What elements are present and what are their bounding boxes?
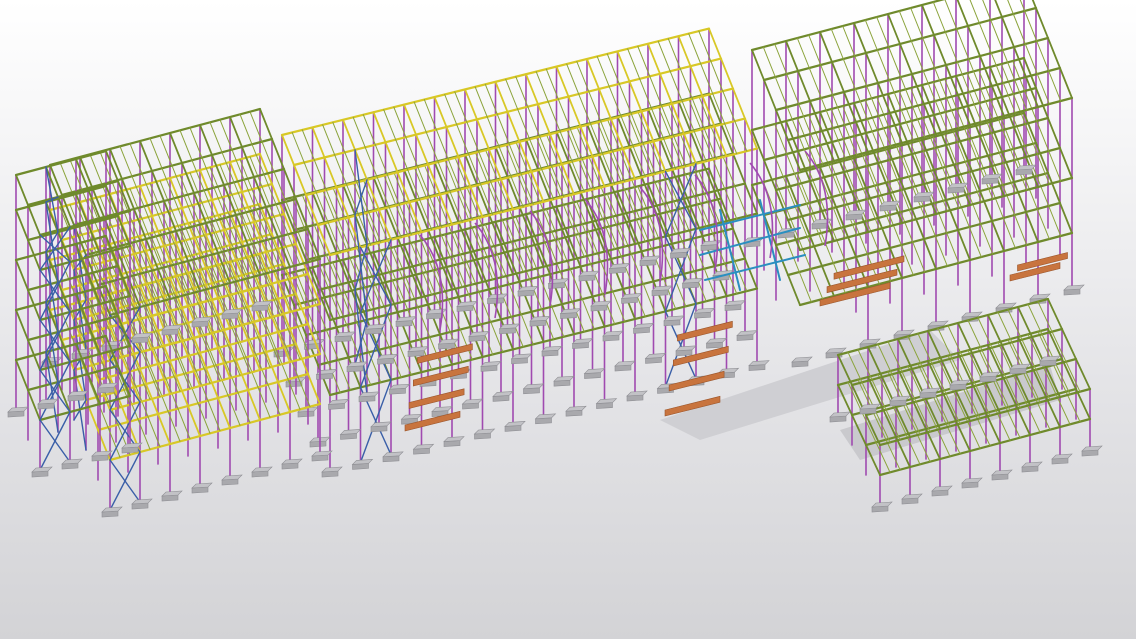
footing-top[interactable] xyxy=(553,375,575,382)
footing-top[interactable] xyxy=(161,490,183,497)
footing-top[interactable] xyxy=(748,360,770,366)
footing-top[interactable] xyxy=(913,191,935,198)
footing-top[interactable] xyxy=(595,398,618,404)
footing-top[interactable] xyxy=(37,398,59,405)
footing-top[interactable] xyxy=(101,506,123,513)
footing-top[interactable] xyxy=(480,361,502,367)
beam-longitudinal[interactable] xyxy=(108,402,322,462)
footing-top[interactable] xyxy=(859,338,881,345)
footing-top[interactable] xyxy=(281,458,303,465)
footing-top[interactable] xyxy=(811,218,833,225)
footing-top[interactable] xyxy=(947,182,969,189)
footing-top[interactable] xyxy=(221,474,243,481)
footing-top[interactable] xyxy=(927,320,949,327)
footing-top[interactable] xyxy=(1015,164,1037,171)
footing-top[interactable] xyxy=(961,311,983,318)
structural-model-3d-view[interactable] xyxy=(0,0,1136,639)
footing-top[interactable] xyxy=(845,209,867,216)
beam-longitudinal[interactable] xyxy=(26,179,120,207)
model-viewport[interactable] xyxy=(0,0,1136,639)
footing-top[interactable] xyxy=(571,338,594,344)
footing-top[interactable] xyxy=(829,411,851,418)
footing-top[interactable] xyxy=(893,329,915,336)
footing-top[interactable] xyxy=(351,459,374,465)
joist[interactable] xyxy=(796,37,846,159)
footing-top[interactable] xyxy=(443,436,465,442)
footing-top[interactable] xyxy=(724,300,746,306)
footing-top[interactable] xyxy=(358,391,380,398)
footing-top[interactable] xyxy=(431,406,453,412)
beam-longitudinal[interactable] xyxy=(14,149,108,177)
left-yellow-block xyxy=(48,107,322,511)
footing-top[interactable] xyxy=(311,450,333,457)
footing-top[interactable] xyxy=(327,399,350,405)
footing-top[interactable] xyxy=(1051,453,1073,460)
footing-top[interactable] xyxy=(412,443,435,450)
footing-top[interactable] xyxy=(382,451,404,458)
footing-top[interactable] xyxy=(191,482,213,489)
footing-top[interactable] xyxy=(825,347,847,354)
footing-top[interactable] xyxy=(541,345,563,352)
footing-top[interactable] xyxy=(791,356,813,363)
footing-top[interactable] xyxy=(644,353,667,359)
brace[interactable] xyxy=(109,459,141,503)
footing-top[interactable] xyxy=(663,315,685,322)
footing-top[interactable] xyxy=(473,428,496,435)
footing-top[interactable] xyxy=(1021,461,1043,468)
brace[interactable] xyxy=(354,179,368,216)
brace[interactable] xyxy=(39,419,71,463)
footing-top[interactable] xyxy=(492,391,514,397)
footing-top[interactable] xyxy=(626,390,648,397)
footing-top[interactable] xyxy=(565,405,587,412)
footing-top[interactable] xyxy=(339,429,362,435)
footing-top[interactable] xyxy=(991,469,1013,476)
footing-top[interactable] xyxy=(534,413,557,420)
footing-top[interactable] xyxy=(675,345,697,352)
footing-top[interactable] xyxy=(632,323,655,329)
footing-top[interactable] xyxy=(871,501,893,508)
footing-top[interactable] xyxy=(1063,284,1085,291)
footing-top[interactable] xyxy=(981,173,1003,180)
footing-top[interactable] xyxy=(388,383,411,390)
footing-top[interactable] xyxy=(614,360,636,367)
joist[interactable] xyxy=(762,46,812,168)
footing-top[interactable] xyxy=(510,353,533,360)
footing-top[interactable] xyxy=(522,383,545,390)
footing-top[interactable] xyxy=(370,421,392,428)
footing-top[interactable] xyxy=(901,493,923,500)
footing-top[interactable] xyxy=(504,421,526,427)
stair-flight[interactable] xyxy=(408,388,465,409)
beam-secondary[interactable] xyxy=(704,254,806,281)
footing-top[interactable] xyxy=(879,200,901,207)
footing-top[interactable] xyxy=(7,406,29,413)
footing-top[interactable] xyxy=(61,458,83,465)
footing-top[interactable] xyxy=(583,368,606,374)
footing-top[interactable] xyxy=(131,498,153,505)
footing-top[interactable] xyxy=(400,413,423,420)
footing-top[interactable] xyxy=(31,466,53,473)
footing-top[interactable] xyxy=(251,466,273,473)
footing-top[interactable] xyxy=(961,477,983,484)
footing-top[interactable] xyxy=(931,485,953,492)
footing-top[interactable] xyxy=(321,466,343,473)
footing-top[interactable] xyxy=(461,398,484,405)
footing-top[interactable] xyxy=(602,330,624,337)
footing-top[interactable] xyxy=(1081,445,1103,452)
footing-top[interactable] xyxy=(693,307,716,314)
footing-top[interactable] xyxy=(736,330,758,336)
footing-top[interactable] xyxy=(705,337,728,344)
